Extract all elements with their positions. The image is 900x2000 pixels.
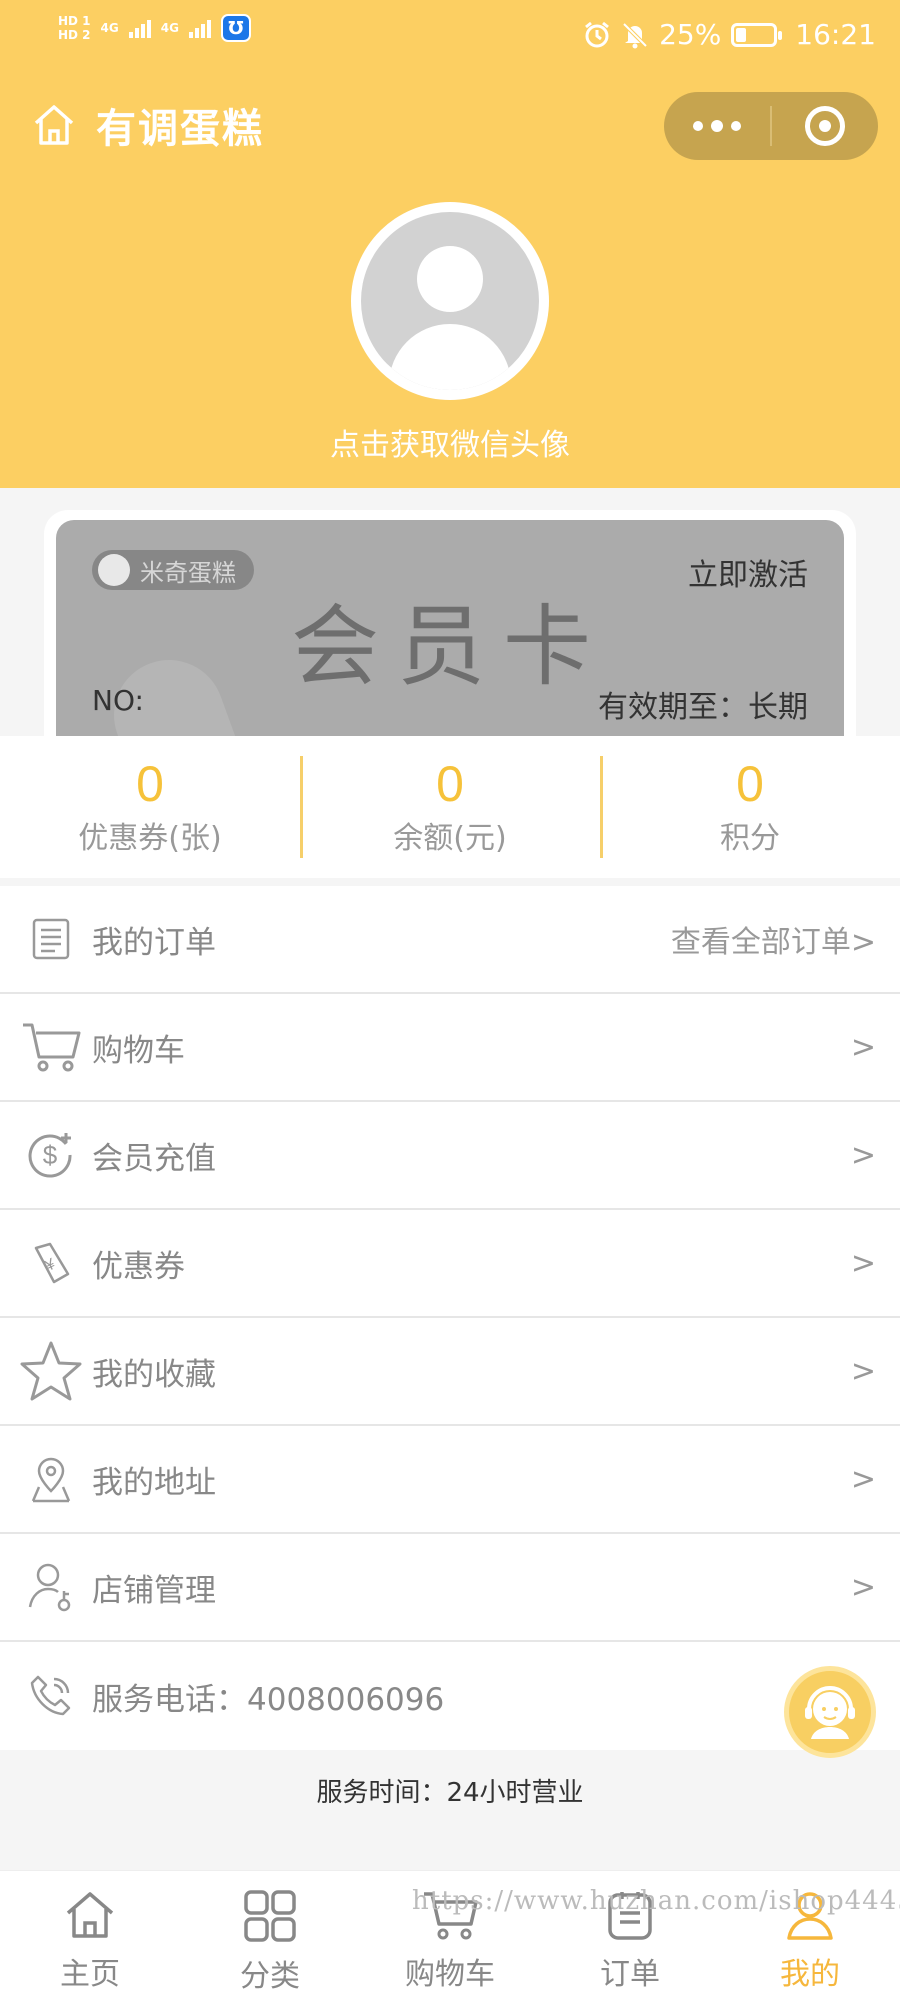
menu-item-label: 我的收藏 — [92, 1356, 216, 1393]
coupon-icon: ¥ — [0, 1209, 92, 1317]
service-phone: 服务电话：4008006096 — [92, 1681, 445, 1718]
network2-label: 4G — [160, 21, 179, 35]
close-miniprogram-button[interactable] — [772, 106, 878, 146]
order-icon — [608, 1892, 652, 1940]
menu-item-phone[interactable]: 服务电话：4008006096 — [0, 1642, 900, 1750]
status-right: 25% 16:21 — [583, 18, 876, 51]
menu-item-label: 优惠券 — [92, 1248, 185, 1285]
stat-balance[interactable]: 0 余额(元) — [300, 736, 600, 878]
stat-value: 0 — [736, 756, 764, 812]
menu-item-label: 会员充值 — [92, 1140, 216, 1177]
location-icon — [0, 1425, 92, 1533]
star-icon — [0, 1317, 92, 1425]
cart-icon — [0, 993, 92, 1101]
clock: 16:21 — [795, 18, 876, 51]
page-title: 有调蛋糕 — [96, 106, 264, 152]
service-hours: 服务时间：24小时营业 — [316, 1777, 584, 1808]
tab-label: 分类 — [240, 1959, 300, 1994]
stat-label: 优惠券(张) — [78, 821, 222, 856]
menu-item-store[interactable]: 店铺管理 > — [0, 1534, 900, 1642]
menu-list: 我的订单 查看全部订单> 购物车 > $ 会员充值 > ¥ 优惠券 > 我的收藏… — [0, 886, 900, 1750]
stat-label: 积分 — [720, 821, 780, 856]
menu-item-label: 我的订单 — [92, 924, 216, 961]
tab-label: 我的 — [780, 1957, 840, 1992]
menu-item-label: 店铺管理 — [92, 1572, 216, 1609]
menu-item-favorites[interactable]: 我的收藏 > — [0, 1318, 900, 1426]
signal2-icon — [188, 18, 211, 38]
user-icon — [787, 1892, 833, 1940]
status-bar: HD 1 HD 2 4G 4G Ʊ 25% 16:21 — [0, 0, 900, 80]
stat-points[interactable]: 0 积分 — [600, 736, 900, 878]
stat-label: 余额(元) — [393, 821, 507, 856]
battery-icon — [731, 22, 783, 47]
tab-category[interactable]: 分类 — [180, 1871, 360, 2000]
customer-service-icon — [805, 1686, 855, 1739]
stat-value: 0 — [136, 756, 164, 812]
tab-label: 购物车 — [405, 1957, 495, 1992]
default-avatar-icon — [361, 212, 539, 390]
menu-item-address[interactable]: 我的地址 > — [0, 1426, 900, 1534]
tab-label: 主页 — [60, 1957, 120, 1992]
target-icon — [805, 106, 845, 146]
avatar[interactable] — [351, 202, 549, 400]
mute-bell-icon — [622, 22, 648, 48]
home-outline-icon[interactable] — [30, 101, 78, 149]
status-left: HD 1 HD 2 4G 4G Ʊ — [58, 14, 251, 42]
chevron-right-icon: > — [850, 1029, 876, 1065]
view-all-orders-link[interactable]: 查看全部订单> — [671, 917, 876, 961]
tab-mine[interactable]: 我的 — [720, 1871, 900, 2000]
tab-bar: 主页 分类 购物车 订单 我的 — [0, 1870, 900, 2000]
svg-text:$: $ — [43, 1140, 58, 1170]
menu-item-label: 我的地址 — [92, 1464, 216, 1501]
network1-label: 4G — [100, 21, 119, 35]
menu-item-coupons[interactable]: ¥ 优惠券 > — [0, 1210, 900, 1318]
sim-labels: HD 1 HD 2 — [58, 14, 91, 42]
tab-home[interactable]: 主页 — [0, 1871, 180, 2000]
chevron-right-icon: > — [850, 1353, 876, 1389]
menu-item-orders[interactable]: 我的订单 查看全部订单> — [0, 886, 900, 994]
get-avatar-link[interactable]: 点击获取微信头像 — [0, 420, 900, 464]
phone-icon — [0, 1642, 92, 1750]
order-list-icon — [0, 885, 92, 993]
account-stats: 0 优惠券(张) 0 余额(元) 0 积分 — [0, 736, 900, 878]
customer-service-button[interactable] — [784, 1666, 876, 1758]
card-number: NO: — [92, 684, 144, 717]
alarm-icon — [585, 21, 609, 47]
profile-header: HD 1 HD 2 4G 4G Ʊ 25% 16:21 有调蛋糕 点击获取微信头… — [0, 0, 900, 488]
chevron-right-icon: > — [850, 1569, 876, 1605]
cart-icon — [424, 1892, 478, 1940]
menu-item-recharge[interactable]: $ 会员充值 > — [0, 1102, 900, 1210]
more-menu-button[interactable] — [664, 120, 770, 132]
battery-percent: 25% — [659, 18, 722, 51]
tab-orders[interactable]: 订单 — [540, 1871, 720, 2000]
card-validity: 有效期至：长期 — [598, 690, 808, 725]
sim2-label: HD 2 — [58, 28, 91, 42]
stat-coupons[interactable]: 0 优惠券(张) — [0, 736, 300, 878]
user-key-icon — [0, 1533, 92, 1641]
miniprogram-capsule — [664, 92, 878, 160]
grid-icon — [244, 1890, 296, 1942]
signal1-icon — [128, 18, 151, 38]
menu-item-label: 购物车 — [92, 1032, 185, 1069]
dollar-add-icon: $ — [0, 1101, 92, 1209]
home-icon — [66, 1892, 114, 1938]
menu-item-cart[interactable]: 购物车 > — [0, 994, 900, 1102]
app-notification-icon: Ʊ — [220, 14, 251, 42]
title-bar: 有调蛋糕 — [30, 96, 264, 154]
chevron-right-icon: > — [850, 1137, 876, 1173]
tab-label: 订单 — [600, 1957, 660, 1992]
chevron-right-icon: > — [850, 1461, 876, 1497]
member-card[interactable]: 米奇蛋糕 立即激活 会员卡 NO: 有效期至：长期 — [56, 520, 844, 736]
sim1-label: HD 1 — [58, 14, 91, 28]
stat-value: 0 — [436, 756, 464, 812]
tab-cart[interactable]: 购物车 — [360, 1871, 540, 2000]
chevron-right-icon: > — [850, 1245, 876, 1281]
